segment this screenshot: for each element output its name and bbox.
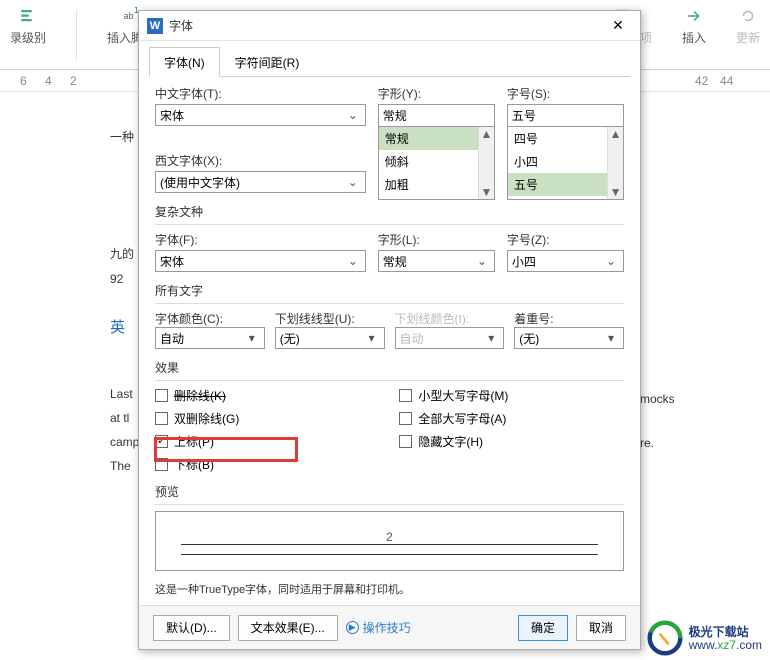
- size-option[interactable]: 小四: [508, 150, 623, 173]
- tabs: 字体(N) 字符间距(R): [149, 47, 630, 77]
- alltext-section-title: 所有文字: [155, 282, 624, 299]
- complex-style-label: 字形(L):: [378, 231, 495, 248]
- emphasis-label: 着重号:: [514, 312, 553, 326]
- style-label: 字形(Y):: [378, 85, 495, 102]
- smallcaps-checkbox[interactable]: 小型大写字母(M): [399, 387, 508, 404]
- scrollbar[interactable]: ▲▼: [607, 127, 623, 199]
- style-listbox[interactable]: 常规 倾斜 加粗 ▲▼: [378, 126, 495, 200]
- logo-icon: [647, 620, 683, 656]
- cancel-button[interactable]: 取消: [576, 615, 626, 641]
- west-font-select[interactable]: (使用中文字体)⌄: [155, 171, 366, 193]
- scroll-up-icon: ▲: [480, 127, 492, 141]
- size-label: 字号(S):: [507, 85, 624, 102]
- superscript-checkbox[interactable]: ✓上标(P): [155, 433, 239, 450]
- preview-sample: 2: [386, 530, 393, 544]
- scroll-down-icon: ▼: [610, 185, 622, 199]
- ribbon-update[interactable]: 更新: [736, 5, 760, 46]
- underline-label: 下划线线型(U):: [275, 312, 355, 326]
- tab-font[interactable]: 字体(N): [149, 47, 220, 77]
- effects-section-title: 效果: [155, 359, 624, 376]
- titlebar: W 字体 ✕: [139, 11, 640, 41]
- size-option[interactable]: 四号: [508, 127, 623, 150]
- preview-section-title: 预览: [155, 483, 624, 500]
- text-effects-button[interactable]: 文本效果(E)...: [238, 615, 338, 641]
- tab-spacing[interactable]: 字符间距(R): [220, 47, 315, 76]
- site-watermark: 极光下载站 www.xz7.com: [647, 620, 762, 656]
- font-color-select[interactable]: 自动▾: [155, 327, 265, 349]
- scrollbar[interactable]: ▲▼: [478, 127, 494, 199]
- font-color-label: 字体颜色(C):: [155, 312, 223, 326]
- hidden-checkbox[interactable]: 隐藏文字(H): [399, 433, 508, 450]
- info-icon: ▶: [346, 621, 359, 634]
- insert-icon: [683, 5, 705, 27]
- double-strike-checkbox[interactable]: 双删除线(G): [155, 410, 239, 427]
- dialog-footer: 默认(D)... 文本效果(E)... ▶ 操作技巧 确定 取消: [139, 605, 640, 649]
- complex-section-title: 复杂文种: [155, 203, 624, 220]
- cn-font-select[interactable]: 宋体⌄: [155, 104, 366, 126]
- complex-style-select[interactable]: 常规⌄: [378, 250, 495, 272]
- dialog-body: 中文字体(T): 宋体⌄ 字形(Y): 常规 常规 倾斜 加粗 ▲▼ 字号(S)…: [139, 77, 640, 597]
- subscript-checkbox[interactable]: 下标(B): [155, 456, 239, 473]
- cn-font-label: 中文字体(T):: [155, 85, 366, 102]
- strike-checkbox[interactable]: 删除线(K): [155, 387, 239, 404]
- ribbon-separator: [76, 10, 77, 60]
- refresh-icon: [737, 5, 759, 27]
- size-input[interactable]: 五号: [507, 104, 624, 126]
- font-description: 这是一种TrueType字体，同时适用于屏幕和打印机。: [155, 581, 624, 597]
- style-option[interactable]: 倾斜: [379, 150, 494, 173]
- font-dialog: W 字体 ✕ 字体(N) 字符间距(R) 中文字体(T): 宋体⌄ 字形(Y):…: [138, 10, 641, 650]
- ul-color-label: 下划线颜色(I):: [395, 312, 470, 326]
- complex-font-select[interactable]: 宋体⌄: [155, 250, 366, 272]
- chevron-down-icon: ⌄: [603, 254, 619, 268]
- dialog-app-icon: W: [147, 18, 163, 34]
- scroll-down-icon: ▼: [480, 185, 492, 199]
- complex-size-select[interactable]: 小四⌄: [507, 250, 624, 272]
- complex-size-label: 字号(Z):: [507, 231, 624, 248]
- ok-button[interactable]: 确定: [518, 615, 568, 641]
- complex-font-label: 字体(F):: [155, 231, 366, 248]
- west-font-label: 西文字体(X):: [155, 152, 366, 169]
- style-input[interactable]: 常规: [378, 104, 495, 126]
- preview-box: 2: [155, 511, 624, 571]
- close-button[interactable]: ✕: [604, 15, 632, 37]
- size-listbox[interactable]: 四号 小四 五号 ▲▼: [507, 126, 624, 200]
- emphasis-select[interactable]: (无)▾: [514, 327, 624, 349]
- allcaps-checkbox[interactable]: 全部大写字母(A): [399, 410, 508, 427]
- tips-link[interactable]: ▶ 操作技巧: [346, 619, 411, 636]
- style-option[interactable]: 常规: [379, 127, 494, 150]
- chevron-down-icon: ⌄: [474, 254, 490, 268]
- ul-color-select: 自动▾: [395, 327, 505, 349]
- document-body-right: mocks re.: [640, 392, 675, 460]
- svg-text:ab: ab: [124, 11, 134, 21]
- chevron-down-icon: ⌄: [345, 254, 361, 268]
- ribbon-insert[interactable]: 插入: [682, 5, 706, 46]
- chevron-down-icon: ▾: [364, 331, 380, 345]
- style-option[interactable]: 加粗: [379, 173, 494, 196]
- chevron-down-icon: ▾: [244, 331, 260, 345]
- scroll-up-icon: ▲: [610, 127, 622, 141]
- underline-select[interactable]: (无)▾: [275, 327, 385, 349]
- dialog-title: 字体: [169, 17, 604, 34]
- chevron-down-icon: ⌄: [345, 175, 361, 189]
- chevron-down-icon: ⌄: [345, 108, 361, 122]
- outline-icon: [17, 5, 39, 27]
- chevron-down-icon: ▾: [483, 331, 499, 345]
- default-button[interactable]: 默认(D)...: [153, 615, 230, 641]
- size-option[interactable]: 五号: [508, 173, 623, 196]
- ribbon-outline-level[interactable]: 录级别: [10, 5, 46, 46]
- chevron-down-icon: ▾: [603, 331, 619, 345]
